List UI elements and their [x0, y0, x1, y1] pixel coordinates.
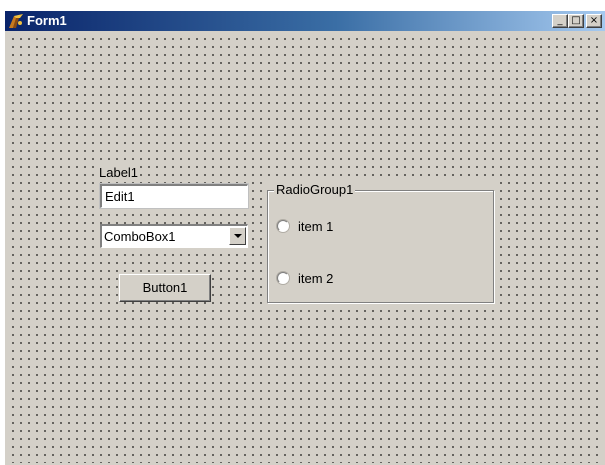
form-window: Form1 _ □ × Label1 ComboBox1 Button1 Rad… — [4, 10, 605, 465]
radio-group-frame — [267, 190, 494, 303]
radio-button-icon[interactable] — [277, 220, 289, 232]
edit1-field[interactable] — [99, 183, 249, 209]
title-bar[interactable]: Form1 _ □ × — [5, 11, 605, 31]
button1[interactable]: Button1 — [119, 274, 211, 302]
close-icon: × — [589, 15, 599, 26]
minimize-icon: _ — [557, 15, 563, 26]
combobox1[interactable]: ComboBox1 — [100, 224, 248, 248]
combobox-dropdown-button[interactable] — [229, 227, 246, 245]
maximize-icon: □ — [571, 15, 581, 26]
radio-group: RadioGroup1 item 1 item 2 — [267, 182, 494, 303]
form-client-area[interactable]: Label1 ComboBox1 Button1 RadioGroup1 ite… — [7, 33, 602, 463]
window-title: Form1 — [27, 13, 67, 28]
close-button[interactable]: × — [586, 14, 602, 28]
radio-button-icon[interactable] — [277, 272, 289, 284]
delphi-form-icon — [9, 14, 23, 28]
radio-group-caption: RadioGroup1 — [274, 182, 356, 197]
label1: Label1 — [98, 165, 141, 180]
maximize-button[interactable]: □ — [568, 14, 584, 28]
radio-item-label: item 2 — [298, 271, 334, 286]
combobox-value: ComboBox1 — [104, 229, 176, 244]
minimize-button[interactable]: _ — [552, 14, 568, 28]
radio-item-label: item 1 — [298, 219, 334, 234]
chevron-down-icon — [234, 234, 242, 238]
